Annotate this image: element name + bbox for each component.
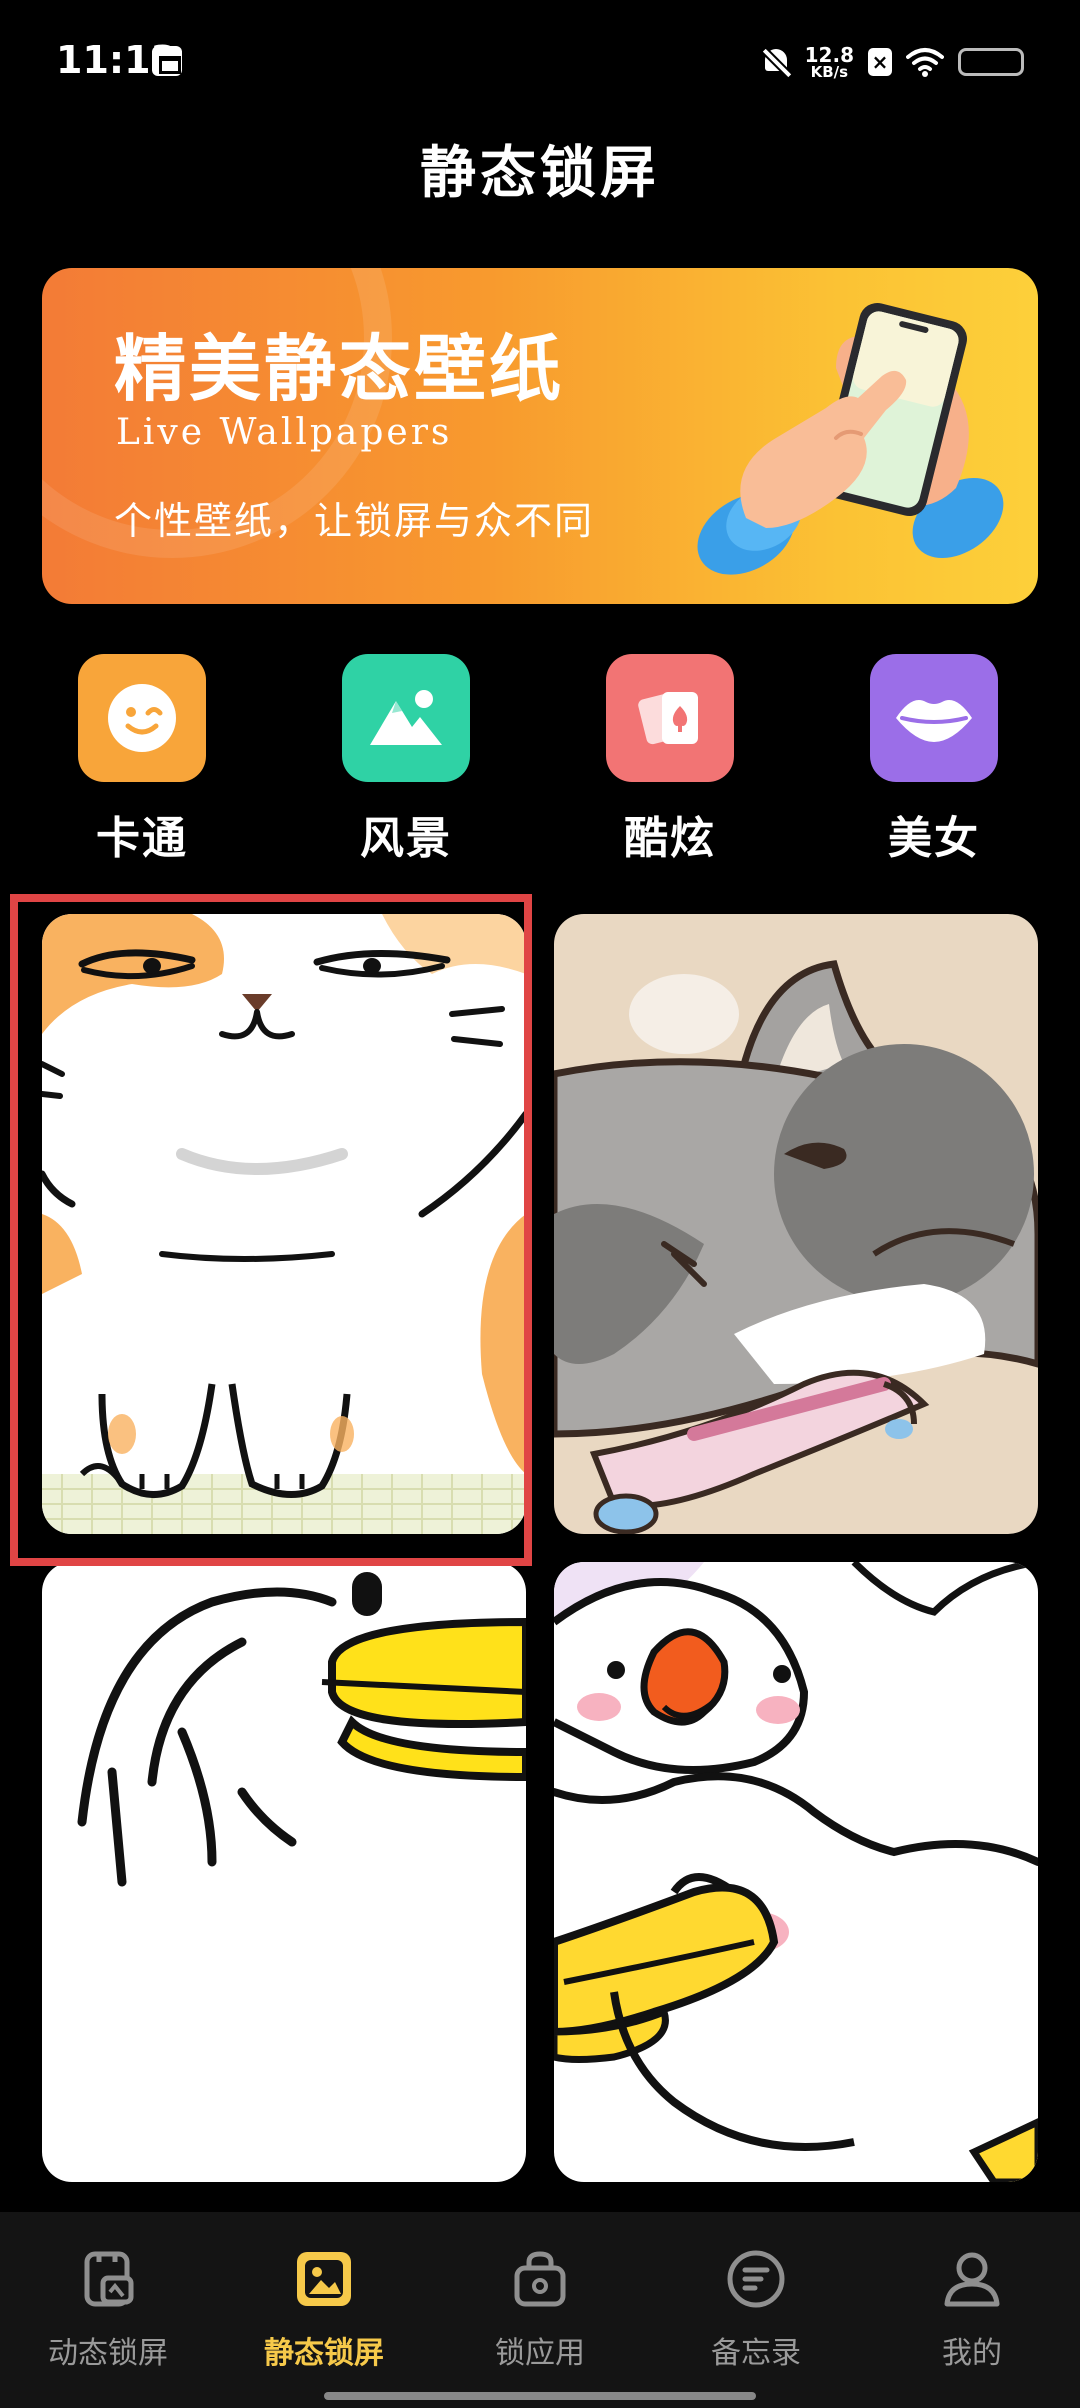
home-indicator[interactable]	[324, 2392, 756, 2400]
status-indicators: 12.8 KB/s ×	[761, 40, 1024, 84]
nav-dynamic-lock[interactable]: 动态锁屏	[0, 2246, 216, 2372]
screen: 11:13 12.8 KB/s × 静态锁屏 精美静态壁纸 Live Wallp…	[0, 0, 1080, 2408]
cards-icon	[606, 654, 734, 782]
nav-label: 静态锁屏	[264, 2336, 384, 2371]
network-speed-value: 12.8	[804, 42, 854, 67]
wallpaper-card-cat-sleepy[interactable]	[554, 914, 1038, 1534]
nav-label: 我的	[942, 2336, 1002, 2371]
network-speed: 12.8 KB/s	[805, 45, 854, 80]
category-cartoon[interactable]: 卡通	[57, 654, 227, 866]
category-row: 卡通 风景 酷炫 美女	[0, 654, 1080, 864]
profile-icon	[944, 2252, 1000, 2307]
banner-subtitle: Live Wallpapers	[116, 412, 453, 453]
nav-app-lock[interactable]: 锁应用	[432, 2246, 648, 2372]
nav-profile[interactable]: 我的	[864, 2246, 1080, 2372]
category-label: 酷炫	[624, 813, 716, 864]
category-label: 卡通	[96, 813, 188, 864]
static-lock-icon	[297, 2252, 351, 2306]
category-label: 风景	[360, 813, 452, 864]
dynamic-lock-icon	[84, 2251, 134, 2307]
category-beauty[interactable]: 美女	[849, 654, 1019, 866]
promo-banner[interactable]: 精美静态壁纸 Live Wallpapers 个性壁纸，让锁屏与众不同	[42, 268, 1038, 604]
wallpaper-card-duck-face[interactable]	[554, 1562, 1038, 2182]
banner-title: 精美静态壁纸	[114, 327, 565, 411]
app-lock-icon	[514, 2251, 566, 2307]
status-bar: 11:13 12.8 KB/s ×	[0, 0, 1080, 120]
landscape-icon	[342, 654, 470, 782]
nav-static-lock[interactable]: 静态锁屏	[216, 2246, 432, 2372]
lips-icon	[870, 654, 998, 782]
category-cool[interactable]: 酷炫	[585, 654, 755, 866]
nav-label: 备忘录	[711, 2336, 801, 2371]
nav-label: 动态锁屏	[48, 2336, 168, 2371]
wallpaper-card-duck-sofa[interactable]	[42, 1562, 526, 2182]
page-title: 静态锁屏	[420, 141, 660, 206]
calendar-notification-icon	[152, 46, 182, 76]
category-scenery[interactable]: 风景	[321, 654, 491, 866]
close-notification-icon: ×	[868, 48, 892, 76]
wifi-icon	[906, 48, 944, 77]
network-speed-unit: KB/s	[810, 62, 849, 81]
battery-icon	[958, 48, 1024, 76]
hands-phone-illustration	[697, 302, 1004, 575]
category-label: 美女	[888, 813, 980, 864]
mute-bell-icon	[761, 47, 791, 78]
selection-highlight	[10, 894, 532, 1566]
banner-description: 个性壁纸，让锁屏与众不同	[114, 499, 595, 543]
nav-label: 锁应用	[495, 2336, 585, 2371]
bottom-nav: 动态锁屏 静态锁屏 锁应用 备忘录 我的	[0, 2212, 1080, 2408]
smiley-wink-icon	[78, 654, 206, 782]
memo-icon	[727, 2250, 785, 2308]
nav-memo[interactable]: 备忘录	[648, 2246, 864, 2372]
